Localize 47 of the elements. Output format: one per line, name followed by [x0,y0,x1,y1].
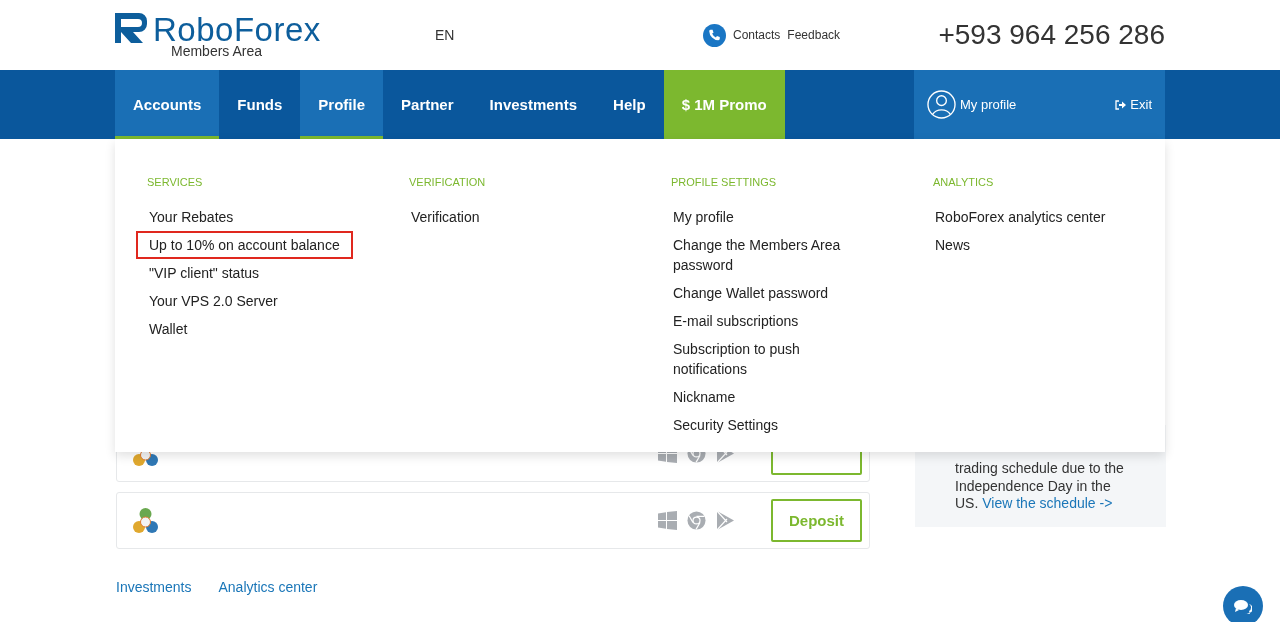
menu-item[interactable]: Subscription to push notifications [660,335,885,383]
menu-item[interactable]: My profile [660,203,747,231]
menu-heading: ANALYTICS [933,176,994,188]
my-profile-link[interactable]: My profile [960,97,1017,112]
feedback-link[interactable]: Feedback [787,28,841,42]
chat-button[interactable] [1223,586,1263,622]
play-store-icon[interactable] [716,511,734,530]
footer-link[interactable]: Investments [116,579,192,595]
schedule-link[interactable]: View the schedule -> [982,495,1113,511]
user-icon [927,90,956,119]
nav-tab[interactable]: Profile [300,70,384,139]
menu-heading: SERVICES [147,176,203,188]
menu-item[interactable]: News [922,231,983,259]
menu-item[interactable]: Change the Members Area password [660,231,885,279]
menu-item[interactable]: Your VPS 2.0 Server [136,287,291,315]
phone-number: +593 964 256 286 [938,19,1165,51]
menu-item[interactable]: Nickname [660,383,749,411]
menu-heading: PROFILE SETTINGS [671,176,777,188]
menu-item[interactable]: Verification [398,203,493,231]
menu-item[interactable]: Up to 10% on account balance [136,231,353,259]
nav-tab[interactable]: Help [595,70,664,139]
exit-link[interactable]: Exit [1130,97,1152,112]
menu-item[interactable]: RoboForex analytics center [922,203,1119,231]
menu-item[interactable]: Security Settings [660,411,792,439]
menu-item[interactable]: "VIP client" status [136,259,273,287]
chat-icon [1234,598,1252,614]
platform-logo-icon [133,508,158,533]
menu-item[interactable]: Wallet [136,315,201,343]
nav-tab[interactable]: Investments [471,70,596,139]
news-text: trading schedule due to the Independence Day in the US. View the schedule -> [955,460,1125,513]
browser-icon[interactable] [687,511,706,530]
logo-subtitle: Members Area [171,43,264,58]
nav-tab[interactable]: Partner [383,70,472,139]
footer-link[interactable]: Analytics center [218,579,318,595]
windows-icon[interactable] [658,511,677,530]
logo-text[interactable]: RoboForex [153,12,321,46]
language-selector[interactable]: EN [435,27,703,43]
nav-tab[interactable]: Accounts [115,70,220,139]
phone-icon [703,23,726,47]
logo-icon [115,12,147,43]
contacts-link[interactable]: Contacts [733,28,781,42]
menu-heading: VERIFICATION [409,176,486,188]
menu-item[interactable]: E-mail subscriptions [660,307,812,335]
menu-item[interactable]: Change Wallet password [660,279,842,307]
nav-tab[interactable]: Funds [219,70,301,139]
exit-icon [1115,99,1127,110]
menu-item[interactable]: Your Rebates [136,203,247,231]
